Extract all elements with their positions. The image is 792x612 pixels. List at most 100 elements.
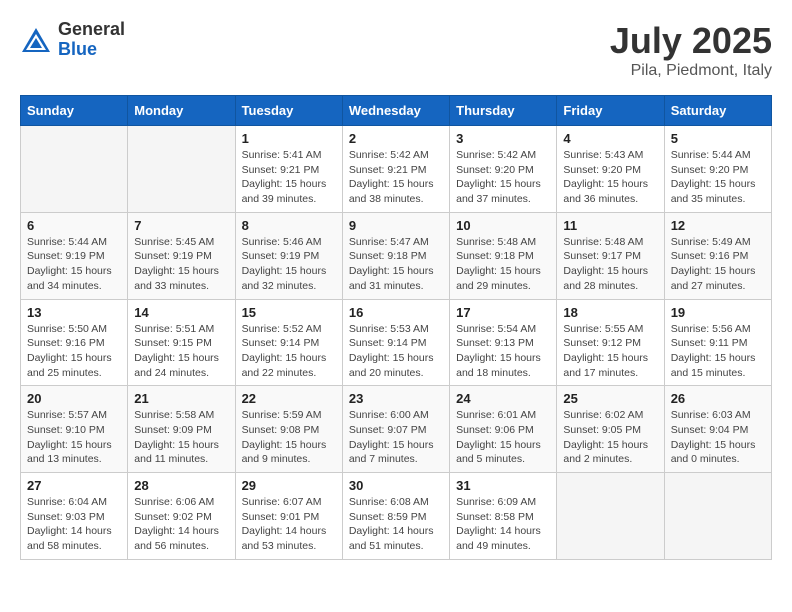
calendar-cell: 6 Sunrise: 5:44 AMSunset: 9:19 PMDaylight… — [21, 212, 128, 299]
day-info: Sunrise: 5:46 AMSunset: 9:19 PMDaylight:… — [242, 235, 336, 294]
day-number: 29 — [242, 478, 336, 493]
calendar-cell: 27 Sunrise: 6:04 AMSunset: 9:03 PMDayligh… — [21, 473, 128, 560]
day-info: Sunrise: 5:45 AMSunset: 9:19 PMDaylight:… — [134, 235, 228, 294]
day-info: Sunrise: 6:07 AMSunset: 9:01 PMDaylight:… — [242, 495, 336, 554]
day-number: 11 — [563, 218, 657, 233]
week-row-3: 13 Sunrise: 5:50 AMSunset: 9:16 PMDayligh… — [21, 299, 772, 386]
day-info: Sunrise: 5:58 AMSunset: 9:09 PMDaylight:… — [134, 408, 228, 467]
day-number: 8 — [242, 218, 336, 233]
day-info: Sunrise: 5:51 AMSunset: 9:15 PMDaylight:… — [134, 322, 228, 381]
calendar-cell: 15 Sunrise: 5:52 AMSunset: 9:14 PMDayligh… — [235, 299, 342, 386]
calendar-table: SundayMondayTuesdayWednesdayThursdayFrid… — [20, 95, 772, 560]
day-info: Sunrise: 5:48 AMSunset: 9:17 PMDaylight:… — [563, 235, 657, 294]
calendar-cell: 18 Sunrise: 5:55 AMSunset: 9:12 PMDayligh… — [557, 299, 664, 386]
day-number: 20 — [27, 391, 121, 406]
day-number: 19 — [671, 305, 765, 320]
calendar-cell: 2 Sunrise: 5:42 AMSunset: 9:21 PMDaylight… — [342, 126, 449, 213]
day-number: 14 — [134, 305, 228, 320]
day-info: Sunrise: 5:42 AMSunset: 9:20 PMDaylight:… — [456, 148, 550, 207]
logo-general: General — [58, 20, 125, 40]
subtitle: Pila, Piedmont, Italy — [610, 62, 772, 80]
day-info: Sunrise: 5:47 AMSunset: 9:18 PMDaylight:… — [349, 235, 443, 294]
day-number: 16 — [349, 305, 443, 320]
calendar-cell: 9 Sunrise: 5:47 AMSunset: 9:18 PMDaylight… — [342, 212, 449, 299]
day-number: 28 — [134, 478, 228, 493]
day-number: 30 — [349, 478, 443, 493]
calendar-cell: 20Sunrise: 5:57 AMSunset: 9:10 PMDayligh… — [21, 386, 128, 473]
calendar-body: 1Sunrise: 5:41 AMSunset: 9:21 PMDaylight… — [21, 126, 772, 560]
day-info: Sunrise: 5:53 AMSunset: 9:14 PMDaylight:… — [349, 322, 443, 381]
day-number: 21 — [134, 391, 228, 406]
day-info: Sunrise: 6:06 AMSunset: 9:02 PMDaylight:… — [134, 495, 228, 554]
day-info: Sunrise: 6:08 AMSunset: 8:59 PMDaylight:… — [349, 495, 443, 554]
page-header: General Blue July 2025 Pila, Piedmont, I… — [20, 20, 772, 80]
day-number: 6 — [27, 218, 121, 233]
day-number: 26 — [671, 391, 765, 406]
calendar-cell: 23Sunrise: 6:00 AMSunset: 9:07 PMDayligh… — [342, 386, 449, 473]
calendar-cell: 4 Sunrise: 5:43 AMSunset: 9:20 PMDaylight… — [557, 126, 664, 213]
day-number: 9 — [349, 218, 443, 233]
day-number: 12 — [671, 218, 765, 233]
day-info: Sunrise: 6:03 AMSunset: 9:04 PMDaylight:… — [671, 408, 765, 467]
day-number: 18 — [563, 305, 657, 320]
day-info: Sunrise: 5:56 AMSunset: 9:11 PMDaylight:… — [671, 322, 765, 381]
week-row-1: 1Sunrise: 5:41 AMSunset: 9:21 PMDaylight… — [21, 126, 772, 213]
day-info: Sunrise: 5:43 AMSunset: 9:20 PMDaylight:… — [563, 148, 657, 207]
header-cell-wednesday: Wednesday — [342, 96, 449, 126]
calendar-cell: 19 Sunrise: 5:56 AMSunset: 9:11 PMDayligh… — [664, 299, 771, 386]
logo-text: General Blue — [58, 20, 125, 60]
day-info: Sunrise: 5:52 AMSunset: 9:14 PMDaylight:… — [242, 322, 336, 381]
day-info: Sunrise: 5:55 AMSunset: 9:12 PMDaylight:… — [563, 322, 657, 381]
day-info: Sunrise: 5:50 AMSunset: 9:16 PMDaylight:… — [27, 322, 121, 381]
header-cell-sunday: Sunday — [21, 96, 128, 126]
calendar-cell — [664, 473, 771, 560]
day-number: 5 — [671, 131, 765, 146]
calendar-cell: 21 Sunrise: 5:58 AMSunset: 9:09 PMDayligh… — [128, 386, 235, 473]
day-number: 23 — [349, 391, 443, 406]
calendar-cell: 17Sunrise: 5:54 AMSunset: 9:13 PMDayligh… — [450, 299, 557, 386]
day-number: 10 — [456, 218, 550, 233]
day-number: 27 — [27, 478, 121, 493]
main-title: July 2025 — [610, 20, 772, 62]
day-info: Sunrise: 5:49 AMSunset: 9:16 PMDaylight:… — [671, 235, 765, 294]
calendar-cell: 14 Sunrise: 5:51 AMSunset: 9:15 PMDayligh… — [128, 299, 235, 386]
day-number: 15 — [242, 305, 336, 320]
day-info: Sunrise: 6:09 AMSunset: 8:58 PMDaylight:… — [456, 495, 550, 554]
calendar-cell: 16 Sunrise: 5:53 AMSunset: 9:14 PMDayligh… — [342, 299, 449, 386]
calendar-cell: 13 Sunrise: 5:50 AMSunset: 9:16 PMDayligh… — [21, 299, 128, 386]
day-number: 3 — [456, 131, 550, 146]
calendar-cell — [128, 126, 235, 213]
day-info: Sunrise: 5:44 AMSunset: 9:19 PMDaylight:… — [27, 235, 121, 294]
calendar-cell: 28 Sunrise: 6:06 AMSunset: 9:02 PMDayligh… — [128, 473, 235, 560]
day-number: 31 — [456, 478, 550, 493]
title-block: July 2025 Pila, Piedmont, Italy — [610, 20, 772, 80]
calendar-cell — [21, 126, 128, 213]
logo: General Blue — [20, 20, 125, 60]
day-info: Sunrise: 6:04 AMSunset: 9:03 PMDaylight:… — [27, 495, 121, 554]
header-cell-tuesday: Tuesday — [235, 96, 342, 126]
day-info: Sunrise: 5:54 AMSunset: 9:13 PMDaylight:… — [456, 322, 550, 381]
calendar-cell: 1Sunrise: 5:41 AMSunset: 9:21 PMDaylight… — [235, 126, 342, 213]
calendar-cell: 25Sunrise: 6:02 AMSunset: 9:05 PMDayligh… — [557, 386, 664, 473]
week-row-5: 27 Sunrise: 6:04 AMSunset: 9:03 PMDayligh… — [21, 473, 772, 560]
calendar-cell: 12 Sunrise: 5:49 AMSunset: 9:16 PMDayligh… — [664, 212, 771, 299]
day-info: Sunrise: 6:02 AMSunset: 9:05 PMDaylight:… — [563, 408, 657, 467]
calendar-cell: 5Sunrise: 5:44 AMSunset: 9:20 PMDaylight… — [664, 126, 771, 213]
day-number: 4 — [563, 131, 657, 146]
calendar-cell: 10 Sunrise: 5:48 AMSunset: 9:18 PMDayligh… — [450, 212, 557, 299]
day-number: 13 — [27, 305, 121, 320]
calendar-cell: 24Sunrise: 6:01 AMSunset: 9:06 PMDayligh… — [450, 386, 557, 473]
day-info: Sunrise: 5:41 AMSunset: 9:21 PMDaylight:… — [242, 148, 336, 207]
day-number: 22 — [242, 391, 336, 406]
calendar-cell: 3 Sunrise: 5:42 AMSunset: 9:20 PMDaylight… — [450, 126, 557, 213]
week-row-2: 6 Sunrise: 5:44 AMSunset: 9:19 PMDaylight… — [21, 212, 772, 299]
day-info: Sunrise: 5:42 AMSunset: 9:21 PMDaylight:… — [349, 148, 443, 207]
day-number: 2 — [349, 131, 443, 146]
day-info: Sunrise: 6:01 AMSunset: 9:06 PMDaylight:… — [456, 408, 550, 467]
day-info: Sunrise: 5:59 AMSunset: 9:08 PMDaylight:… — [242, 408, 336, 467]
header-cell-thursday: Thursday — [450, 96, 557, 126]
day-info: Sunrise: 5:48 AMSunset: 9:18 PMDaylight:… — [456, 235, 550, 294]
calendar-cell: 7 Sunrise: 5:45 AMSunset: 9:19 PMDaylight… — [128, 212, 235, 299]
logo-blue: Blue — [58, 40, 125, 60]
day-number: 7 — [134, 218, 228, 233]
